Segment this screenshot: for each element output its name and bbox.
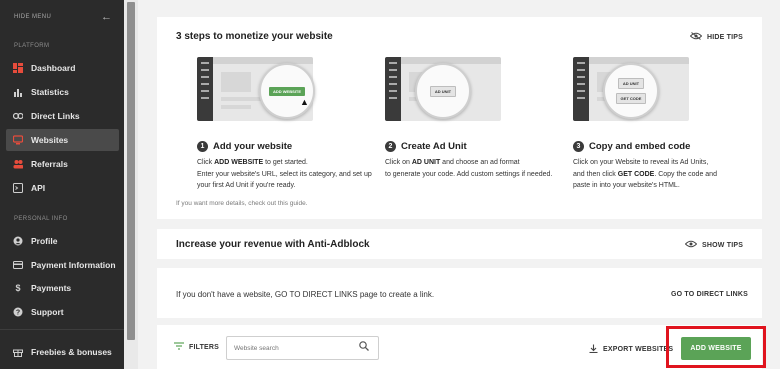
sidebar-item-label: Dashboard bbox=[31, 63, 76, 73]
terminal-icon bbox=[13, 183, 23, 193]
step-text-part: Click on your Website to reveal its Ad U… bbox=[573, 159, 709, 166]
website-search-input[interactable] bbox=[226, 336, 379, 360]
direct-links-card: If you don't have a website, GO TO DIREC… bbox=[157, 268, 762, 318]
sidebar-item-profile[interactable]: Profile bbox=[6, 230, 119, 252]
sidebar-item-statistics[interactable]: Statistics bbox=[6, 81, 119, 103]
sidebar-item-label: Statistics bbox=[31, 87, 69, 97]
direct-links-text: If you don't have a website, GO TO DIREC… bbox=[176, 290, 435, 299]
step-copy-embed-code: AD UNIT GET CODE 3 Copy and embed code C… bbox=[533, 53, 717, 192]
user-icon bbox=[13, 236, 23, 246]
sidebar: HIDE MENU ← PLATFORM Dashboard Statistic… bbox=[0, 0, 124, 369]
step-text-part: to get started. bbox=[263, 159, 308, 166]
step-text-part: and choose an ad format bbox=[440, 159, 520, 166]
sidebar-item-label: Profile bbox=[31, 236, 58, 246]
sidebar-item-websites[interactable]: Websites bbox=[6, 129, 119, 151]
step-number: 2 bbox=[385, 141, 396, 152]
sidebar-item-payments[interactable]: $ Payments bbox=[6, 277, 119, 299]
monetize-tips-card: 3 steps to monetize your website HIDE TI… bbox=[157, 17, 762, 219]
show-tips-label: SHOW TIPS bbox=[702, 241, 744, 249]
lens-add-website: ADD WEBSITE bbox=[269, 86, 305, 96]
sidebar-item-label: Websites bbox=[31, 135, 69, 145]
sidebar-item-support[interactable]: ? Support bbox=[6, 301, 119, 323]
filters-button[interactable]: FILTERS bbox=[174, 342, 219, 353]
sidebar-item-label: Payment Information bbox=[31, 260, 116, 270]
step-number: 3 bbox=[573, 141, 584, 152]
sidebar-item-payment-information[interactable]: Payment Information bbox=[6, 254, 119, 276]
sidebar-item-label: Direct Links bbox=[31, 111, 80, 121]
bar-chart-icon bbox=[13, 87, 23, 97]
sidebar-divider bbox=[0, 329, 124, 330]
card-icon bbox=[13, 260, 23, 270]
section-personal-info: PERSONAL INFO bbox=[14, 216, 68, 222]
dashboard-icon bbox=[13, 63, 23, 73]
step-text-bold: GET CODE bbox=[617, 170, 655, 178]
step-title: Add your website bbox=[213, 141, 293, 152]
step-heading: 3 Copy and embed code bbox=[573, 141, 713, 152]
hide-tips-label: HIDE TIPS bbox=[707, 33, 744, 41]
step-number: 1 bbox=[197, 141, 208, 152]
eye-off-icon bbox=[689, 32, 703, 42]
arrow-left-icon[interactable]: ← bbox=[101, 11, 112, 23]
step-text-bold: AD UNIT bbox=[411, 159, 441, 166]
svg-text:?: ? bbox=[16, 310, 20, 317]
download-icon bbox=[589, 344, 598, 355]
cursor-icon: ▲ bbox=[300, 97, 309, 107]
hide-menu-toggle[interactable]: HIDE MENU ← bbox=[14, 10, 112, 24]
adblock-title: Increase your revenue with Anti-Adblock bbox=[176, 239, 370, 250]
export-websites-label: EXPORT WEBSITES bbox=[603, 346, 674, 353]
step-text-bold: ADD WEBSITE bbox=[214, 159, 264, 166]
go-to-direct-links-button[interactable]: GO TO DIRECT LINKS bbox=[671, 291, 748, 298]
monitor-icon bbox=[13, 135, 23, 145]
export-websites-button[interactable]: EXPORT WEBSITES bbox=[589, 344, 673, 355]
step-add-website: ADD WEBSITE ▲ 1 Add your website Click A… bbox=[157, 53, 372, 192]
sidebar-item-freebies[interactable]: Freebies & bonuses bbox=[6, 341, 119, 363]
sidebar-item-label: Referrals bbox=[31, 159, 68, 169]
step-title: Copy and embed code bbox=[589, 141, 691, 152]
details-guide-link[interactable]: If you want more details, check out this… bbox=[176, 200, 308, 207]
people-icon bbox=[13, 159, 23, 169]
step-description: Click on your Website to reveal its Ad U… bbox=[573, 157, 748, 192]
link-icon bbox=[13, 111, 23, 121]
step-illustration: AD UNIT GET CODE bbox=[573, 53, 707, 137]
sidebar-item-dashboard[interactable]: Dashboard bbox=[6, 57, 119, 79]
tips-title: 3 steps to monetize your website bbox=[176, 31, 333, 42]
dollar-icon: $ bbox=[15, 283, 21, 293]
step-text-part: Click bbox=[197, 159, 215, 166]
sidebar-scrollbar-thumb[interactable] bbox=[127, 2, 135, 340]
filter-icon bbox=[174, 342, 184, 353]
sidebar-item-label: Freebies & bonuses bbox=[31, 347, 112, 357]
step-text-part: . Copy the code and bbox=[654, 170, 717, 178]
step-text-part: Click on bbox=[385, 159, 412, 166]
show-tips-button[interactable]: SHOW TIPS bbox=[684, 240, 744, 250]
sidebar-item-direct-links[interactable]: Direct Links bbox=[6, 105, 119, 127]
eye-icon bbox=[684, 240, 698, 250]
step-text-part: and then click bbox=[573, 170, 618, 178]
hide-menu-label: HIDE MENU bbox=[14, 14, 52, 20]
step-illustration: AD UNIT bbox=[385, 53, 519, 137]
help-icon: ? bbox=[13, 307, 23, 317]
lens-get-code: GET CODE bbox=[615, 93, 647, 104]
anti-adblock-card: Increase your revenue with Anti-Adblock … bbox=[157, 229, 762, 259]
step-illustration: ADD WEBSITE ▲ bbox=[197, 53, 331, 137]
lens-ad-unit: AD UNIT bbox=[429, 85, 457, 97]
sidebar-item-referrals[interactable]: Referrals bbox=[6, 153, 119, 175]
sidebar-item-label: Payments bbox=[31, 283, 72, 293]
step-heading: 1 Add your website bbox=[197, 141, 337, 152]
highlight-box bbox=[666, 326, 766, 368]
step-create-ad-unit: AD UNIT 2 Create Ad Unit Click on AD UNI… bbox=[345, 53, 552, 180]
sidebar-item-api[interactable]: API bbox=[6, 177, 119, 199]
lens-ad-unit: AD UNIT bbox=[617, 78, 645, 89]
section-platform: PLATFORM bbox=[14, 43, 50, 49]
step-title: Create Ad Unit bbox=[401, 141, 467, 152]
gift-icon bbox=[13, 347, 23, 357]
search-icon[interactable] bbox=[359, 341, 369, 354]
sidebar-item-label: Support bbox=[31, 307, 64, 317]
filters-label: FILTERS bbox=[189, 344, 220, 351]
sidebar-item-label: API bbox=[31, 183, 46, 193]
step-text-rest: paste in into your website's HTML. bbox=[573, 182, 680, 189]
step-heading: 2 Create Ad Unit bbox=[385, 141, 525, 152]
hide-tips-button[interactable]: HIDE TIPS bbox=[689, 32, 744, 42]
